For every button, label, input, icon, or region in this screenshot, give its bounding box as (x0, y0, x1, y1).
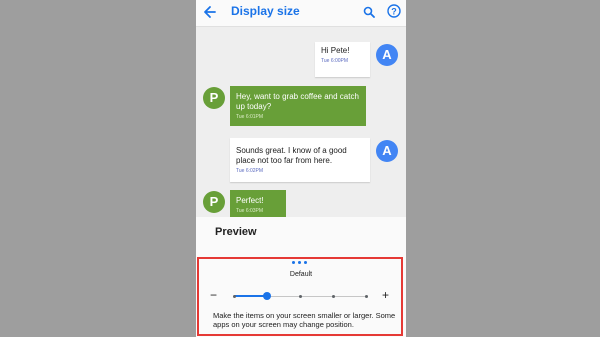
message-text: Hi Pete! (321, 46, 350, 55)
phone-screen: Display size ? Hi Pete! Tue 6:00PM A Hey… (196, 0, 406, 337)
page-dot (298, 261, 301, 264)
message-text: Perfect! (236, 196, 264, 205)
message-bubble-incoming: Perfect! Tue 6:03PM (230, 190, 286, 217)
message-bubble-outgoing: Sounds great. I know of a good place not… (230, 138, 370, 182)
decrease-size-button[interactable]: − (210, 289, 220, 301)
message-time: Tue 6:01PM (236, 114, 264, 120)
avatar: A (376, 44, 398, 66)
avatar: P (203, 191, 225, 213)
display-size-controls: Default − + Make the items on your scree… (196, 257, 406, 337)
increase-size-button[interactable]: + (382, 289, 392, 301)
message-bubble-incoming: Hey, want to grab coffee and catch up to… (230, 86, 366, 126)
page-dot (304, 261, 307, 264)
message-time: Tue 6:03PM (236, 208, 264, 214)
svg-text:?: ? (391, 6, 397, 16)
message-time: Tue 6:00PM (321, 58, 349, 64)
page-indicator-dots (292, 261, 312, 265)
preview-label: Preview (215, 226, 257, 238)
avatar: A (376, 140, 398, 162)
size-slider-tick[interactable] (298, 295, 302, 298)
size-slider-tick[interactable] (232, 295, 236, 298)
help-icon[interactable]: ? (387, 4, 401, 18)
message-bubble-outgoing: Hi Pete! Tue 6:00PM (315, 42, 370, 77)
message-text: Sounds great. I know of a good place not… (236, 146, 347, 165)
preview-section: Preview (196, 217, 406, 257)
message-time: Tue 6:02PM (236, 168, 264, 174)
size-label: Default (289, 271, 313, 278)
size-description: Make the items on your screen smaller or… (213, 311, 396, 329)
page-title: Display size (231, 4, 300, 18)
size-slider-tick[interactable] (331, 295, 335, 298)
search-icon[interactable] (363, 5, 375, 18)
avatar: P (203, 87, 225, 109)
page-dot (292, 261, 295, 264)
size-slider-thumb[interactable] (263, 292, 271, 300)
message-text: Hey, want to grab coffee and catch up to… (236, 92, 359, 111)
chat-preview: Hi Pete! Tue 6:00PM A Hey, want to grab … (196, 26, 406, 217)
app-bar: Display size ? (196, 0, 406, 27)
size-slider-tick[interactable] (364, 295, 368, 298)
arrow-back-icon[interactable] (202, 3, 218, 21)
